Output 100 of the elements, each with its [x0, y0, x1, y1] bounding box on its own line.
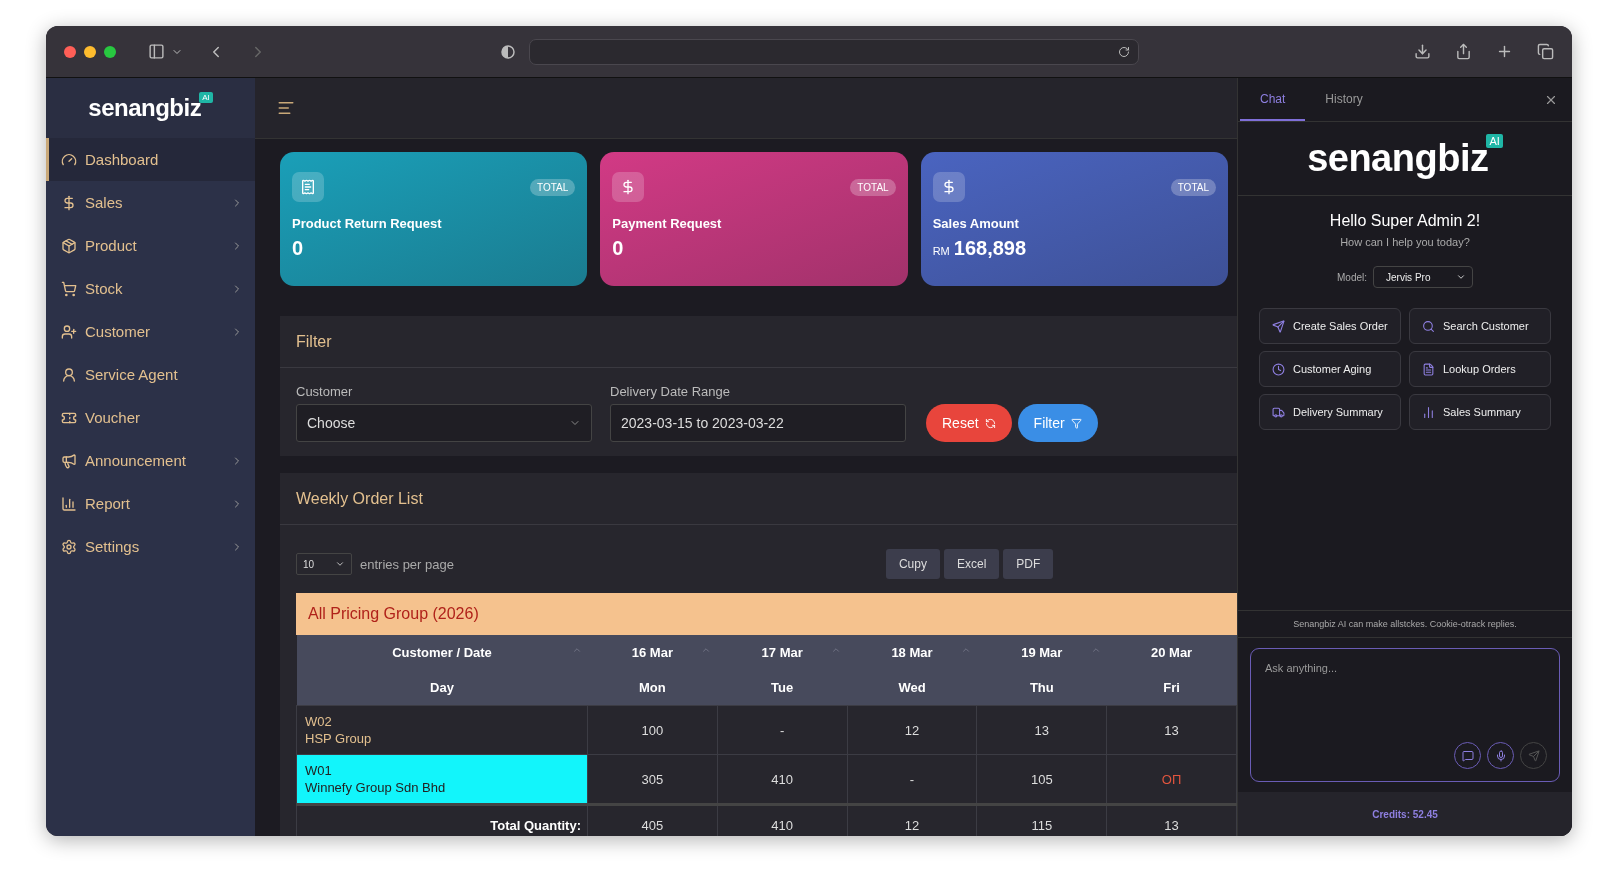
- logo-text: senangbiz: [1307, 137, 1489, 180]
- customer-cell[interactable]: W01 Winnefy Group Sdn Bhd: [296, 754, 588, 805]
- total-badge: TOTAL: [850, 178, 896, 196]
- disclaimer: Senangbiz AI can make allstckes. Cookie-otrack replies.: [1238, 610, 1572, 638]
- total-label: Total Quantity:: [296, 804, 588, 836]
- greeting: Hello Super Admin 2!: [1328, 212, 1482, 230]
- subtitle: How can I help you today?: [1339, 236, 1471, 248]
- nav-item[interactable]: Dashboard: [46, 138, 255, 181]
- column-header[interactable]: 18 Mar: [847, 635, 977, 670]
- column-header[interactable]: 16 Mar: [587, 635, 718, 670]
- field-label: Delivery Date Range: [610, 384, 731, 399]
- group-header: All Pricing Group (2026): [296, 593, 1237, 635]
- dollar-icon: [61, 194, 77, 211]
- close-window-icon[interactable]: [64, 45, 76, 58]
- card-title: Sales Amount: [932, 216, 1020, 231]
- new-tab-icon[interactable]: [1496, 43, 1513, 60]
- card-value: 0: [292, 237, 304, 260]
- table-cell: -: [717, 705, 848, 755]
- total-badge: TOTAL: [530, 178, 576, 196]
- chat-input[interactable]: Ask anything...: [1263, 661, 1547, 675]
- column-header[interactable]: 19 Mar: [976, 635, 1107, 670]
- column-header[interactable]: Thu: [976, 670, 1107, 706]
- table-cell: 12: [847, 804, 977, 836]
- shield-icon[interactable]: [501, 44, 515, 59]
- nav-item[interactable]: Product: [46, 224, 255, 267]
- quick-action-button[interactable]: Customer Aging: [1259, 351, 1401, 387]
- column-header[interactable]: 20 Mar: [1106, 635, 1237, 670]
- cart-icon: [61, 280, 77, 297]
- field-label: Customer: [296, 384, 354, 399]
- bar-chart-icon: [1422, 405, 1435, 419]
- table-cell: 13: [976, 705, 1107, 755]
- truck-icon: [1272, 405, 1285, 419]
- column-header[interactable]: Customer / Date: [296, 635, 588, 670]
- nav-item[interactable]: Settings: [46, 525, 255, 568]
- quick-action-button[interactable]: Search Customer: [1409, 308, 1551, 344]
- nav-item[interactable]: Sales: [46, 181, 255, 224]
- nav-item[interactable]: Announcement: [46, 439, 255, 482]
- panel-title: Weekly Order List: [296, 489, 423, 508]
- entries-label: entries per page: [360, 556, 454, 572]
- table-cell: 12: [847, 705, 977, 755]
- column-header[interactable]: Day: [296, 670, 588, 706]
- download-icon[interactable]: [1414, 43, 1431, 60]
- customer-cell[interactable]: W02 HSP Group: [296, 705, 588, 755]
- chevron-down-icon: [1456, 272, 1466, 282]
- receipt-icon: [300, 179, 316, 195]
- ai-badge: AI: [199, 92, 213, 103]
- column-header[interactable]: 17 Mar: [717, 635, 848, 670]
- menu-icon[interactable]: [277, 99, 295, 117]
- bar-chart-icon: [61, 495, 77, 512]
- table-cell: 100: [587, 705, 718, 755]
- model-label: Model:: [1337, 271, 1367, 283]
- nav-item[interactable]: Voucher: [46, 396, 255, 439]
- export-button[interactable]: Excel: [943, 549, 1000, 579]
- ai-badge: AI: [1486, 134, 1503, 148]
- card-value: 0: [612, 237, 624, 260]
- quick-action-button[interactable]: Lookup Orders: [1409, 351, 1551, 387]
- table-cell: 115: [976, 804, 1107, 836]
- column-header[interactable]: Tue: [717, 670, 848, 706]
- table-cell: 405: [587, 804, 718, 836]
- date-range-field[interactable]: 2023-03-15 to 2023-03-22: [610, 404, 906, 442]
- export-button[interactable]: PDF: [1003, 549, 1054, 579]
- card-title: Payment Request: [612, 216, 723, 231]
- nav-item[interactable]: Stock: [46, 267, 255, 310]
- table-cell: 13: [1106, 705, 1237, 755]
- logo-text: senangbiz: [88, 94, 202, 122]
- maximize-window-icon[interactable]: [104, 45, 116, 58]
- quick-action-button[interactable]: Create Sales Order: [1259, 308, 1401, 344]
- card-value: 168,898: [953, 237, 1027, 260]
- model-select[interactable]: Jervis Pro: [1373, 266, 1473, 288]
- credits-label: Credits: 52.45: [1372, 808, 1438, 820]
- chat-tab[interactable]: Chat: [1240, 78, 1306, 121]
- user-icon: [61, 366, 77, 383]
- tabs-icon[interactable]: [1537, 43, 1554, 60]
- export-button[interactable]: Cupy: [885, 549, 940, 579]
- customer-select[interactable]: Choose: [296, 404, 592, 442]
- panel-title: Filter: [296, 332, 332, 351]
- nav-item[interactable]: Report: [46, 482, 255, 525]
- column-header[interactable]: Mon: [587, 670, 718, 706]
- reload-icon[interactable]: [1118, 45, 1130, 58]
- reset-button[interactable]: Reset: [926, 404, 1012, 442]
- filter-icon: [1070, 417, 1082, 429]
- nav-item[interactable]: Customer: [46, 310, 255, 353]
- share-icon[interactable]: [1455, 43, 1472, 60]
- sidebar-toggle-icon[interactable]: [148, 43, 165, 60]
- box-icon: [61, 237, 77, 254]
- search-icon: [1422, 319, 1435, 333]
- clock-icon: [1272, 362, 1285, 376]
- page-size-select[interactable]: 10: [296, 553, 352, 575]
- currency-label: RM: [932, 245, 950, 257]
- table-cell: 410: [717, 804, 848, 836]
- quick-action-button[interactable]: Sales Summary: [1409, 394, 1551, 430]
- total-badge: TOTAL: [1170, 178, 1216, 196]
- column-header[interactable]: Wed: [847, 670, 977, 706]
- nav-item[interactable]: Service Agent: [46, 353, 255, 396]
- quick-action-button[interactable]: Delivery Summary: [1259, 394, 1401, 430]
- send-icon: [1272, 319, 1285, 333]
- minimize-window-icon[interactable]: [84, 45, 96, 58]
- column-header[interactable]: Fri: [1106, 670, 1237, 706]
- chat-tab[interactable]: History: [1305, 78, 1383, 121]
- chevron-down-icon: [335, 559, 345, 569]
